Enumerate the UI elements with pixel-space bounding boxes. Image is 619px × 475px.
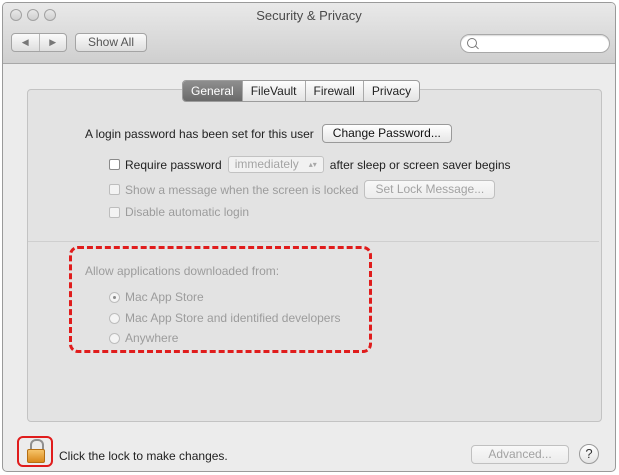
login-password-text: A login password has been set for this u…: [85, 126, 314, 141]
require-password-row: Require password immediately ▴▾ after sl…: [109, 156, 511, 173]
set-lock-message-button[interactable]: Set Lock Message...: [364, 180, 496, 199]
tab-firewall[interactable]: Firewall: [304, 81, 363, 101]
window-title: Security & Privacy: [256, 8, 362, 23]
show-all-button[interactable]: Show All: [75, 33, 147, 52]
disable-auto-login-checkbox[interactable]: [109, 206, 120, 218]
require-password-label: Require password: [125, 157, 222, 172]
lock-text: Click the lock to make changes.: [59, 449, 228, 463]
after-sleep-text: after sleep or screen saver begins: [329, 157, 511, 172]
tab-bar: General FileVault Firewall Privacy: [182, 80, 421, 102]
toolbar: Security & Privacy ◀ ▶ Show All: [3, 3, 615, 64]
search-input[interactable]: [460, 34, 610, 53]
disable-auto-login-row: Disable automatic login: [109, 205, 249, 219]
login-password-row: A login password has been set for this u…: [85, 124, 452, 143]
show-message-label: Show a message when the screen is locked: [125, 182, 359, 197]
show-message-checkbox[interactable]: [109, 184, 120, 195]
show-message-row: Show a message when the screen is locked…: [109, 180, 496, 199]
require-password-checkbox[interactable]: [109, 159, 120, 170]
section-divider: [28, 241, 599, 242]
forward-icon[interactable]: ▶: [38, 34, 67, 51]
tab-filevault[interactable]: FileVault: [241, 81, 305, 101]
search-icon: [467, 38, 477, 48]
change-password-button[interactable]: Change Password...: [321, 124, 452, 143]
back-forward-control: ◀ ▶: [11, 33, 67, 52]
disable-auto-login-label: Disable automatic login: [125, 205, 250, 219]
back-icon[interactable]: ◀: [12, 34, 39, 51]
lock-icon[interactable]: [27, 439, 47, 464]
require-password-timing-value: immediately: [234, 157, 299, 171]
tab-privacy[interactable]: Privacy: [362, 81, 419, 101]
tab-general[interactable]: General: [183, 81, 242, 101]
downloads-highlight-annotation: [69, 246, 372, 353]
advanced-button[interactable]: Advanced...: [471, 445, 569, 464]
lock-body: [27, 449, 45, 463]
require-password-timing-select[interactable]: immediately ▴▾: [227, 156, 324, 173]
chevron-updown-icon: ▴▾: [308, 160, 317, 169]
help-button[interactable]: ?: [579, 444, 599, 464]
